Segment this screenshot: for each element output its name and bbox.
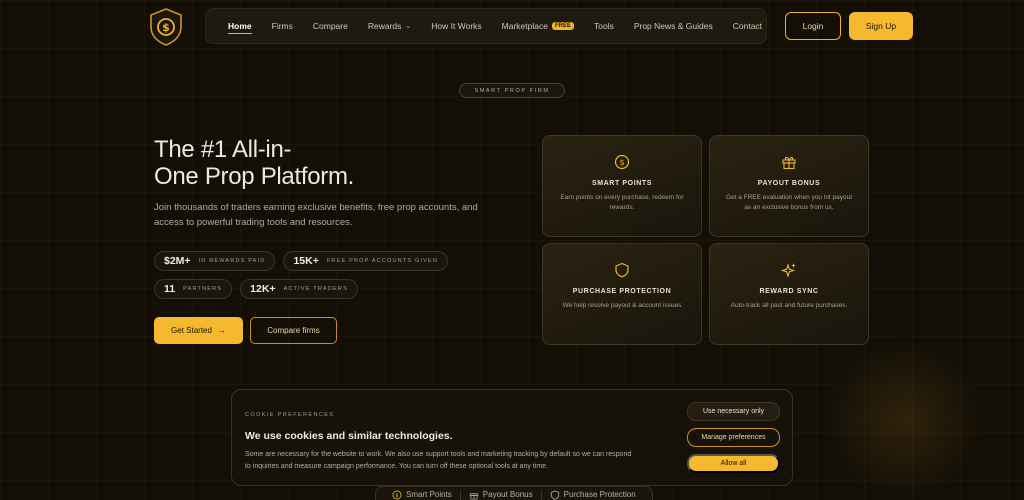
- sparkle-icon: [781, 263, 796, 278]
- stat-number: 12K+: [250, 283, 276, 295]
- nav-home-label: Home: [228, 21, 252, 31]
- cookie-banner: COOKIE PREFERENCES We use cookies and si…: [231, 389, 793, 486]
- hero-eyebrow-badge: SMART PROP FIRM: [459, 83, 565, 98]
- nav-firms-label: Firms: [271, 21, 293, 31]
- feature-title: REWARD SYNC: [759, 288, 819, 295]
- manage-preferences-button[interactable]: Manage preferences: [687, 428, 780, 447]
- nav-firms[interactable]: Firms: [262, 9, 303, 43]
- stat-partners: 11 PARTNERS: [154, 279, 233, 299]
- stat-number: 11: [164, 283, 176, 295]
- hero-title: The #1 All-in- One Prop Platform.: [154, 136, 414, 190]
- feature-title: PURCHASE PROTECTION: [572, 288, 672, 295]
- svg-text:$: $: [162, 21, 170, 34]
- get-started-button[interactable]: Get Started →: [154, 317, 243, 344]
- feature-description: Auto-track all past and future purchases…: [730, 302, 848, 309]
- logo-shield-icon[interactable]: $: [146, 7, 186, 47]
- strip-label: Payout Bonus: [482, 490, 533, 499]
- feature-title: PAYOUT BONUS: [757, 180, 821, 187]
- stat-label: IN REWARDS PAID: [198, 258, 266, 264]
- strip-item-smart-points[interactable]: $ Smart Points: [384, 489, 461, 500]
- nav-rewards[interactable]: Rewards ⌄: [358, 9, 421, 43]
- strip-item-payout-bonus[interactable]: Payout Bonus: [461, 489, 542, 500]
- allow-all-button[interactable]: Allow all: [687, 454, 780, 473]
- background-glow: [824, 340, 984, 500]
- hero-subtitle: Join thousands of traders earning exclus…: [154, 202, 478, 228]
- main-nav: Home Firms Compare Rewards ⌄ How It Works…: [205, 8, 767, 44]
- feature-card-smart-points: $ SMART POINTS Earn points on every purc…: [542, 135, 702, 237]
- stat-label: ACTIVE TRADERS: [283, 286, 348, 292]
- nav-marketplace-label: Marketplace: [501, 21, 548, 31]
- login-button[interactable]: Login: [785, 12, 841, 40]
- cookie-eyebrow: COOKIE PREFERENCES: [245, 412, 335, 418]
- nav-contact-label: Contact: [732, 21, 763, 31]
- chevron-down-icon: ⌄: [405, 23, 412, 30]
- feature-card-purchase-protection: PURCHASE PROTECTION We help resolve payo…: [542, 243, 702, 345]
- nav-prop-news[interactable]: Prop News & Guides: [624, 9, 723, 43]
- gift-icon: [782, 157, 796, 170]
- feature-card-reward-sync: REWARD SYNC Auto-track all past and futu…: [709, 243, 869, 345]
- gift-icon: [469, 492, 478, 499]
- nav-how-it-works[interactable]: How It Works: [421, 9, 491, 43]
- stat-label: FREE PROP ACCOUNTS GIVEN: [326, 258, 439, 264]
- free-badge: FREE: [551, 22, 574, 30]
- feature-description: We help resolve payout & account issues: [562, 302, 682, 309]
- shield-icon: [615, 262, 629, 278]
- dollar-coin-icon: $: [392, 490, 402, 499]
- strip-item-purchase-protection[interactable]: Purchase Protection: [542, 489, 644, 500]
- compare-firms-button[interactable]: Compare firms: [250, 317, 337, 344]
- stat-rewards-paid: $2M+ IN REWARDS PAID: [154, 251, 276, 271]
- get-started-label: Get Started: [171, 326, 212, 335]
- hero-stats: $2M+ IN REWARDS PAID 15K+ FREE PROP ACCOUN…: [154, 251, 464, 307]
- feature-description: Earn points on every purchase, redeem fo…: [560, 194, 684, 211]
- stat-number: $2M+: [164, 255, 191, 267]
- nav-home[interactable]: Home: [218, 9, 262, 43]
- hero-title-line1: The #1 All-in-: [154, 136, 292, 163]
- nav-prop-news-label: Prop News & Guides: [633, 21, 713, 31]
- nav-compare-label: Compare: [312, 21, 348, 31]
- stat-label: PARTNERS: [183, 286, 223, 292]
- dollar-coin-icon: $: [614, 154, 630, 170]
- stat-active-traders: 12K+ ACTIVE TRADERS: [240, 279, 358, 299]
- feature-title: SMART POINTS: [591, 180, 653, 187]
- svg-text:$: $: [395, 492, 398, 498]
- nav-contact[interactable]: Contact: [723, 9, 772, 43]
- cookie-title: We use cookies and similar technologies.: [245, 430, 453, 442]
- stat-number: 15K+: [293, 255, 319, 267]
- use-necessary-only-button[interactable]: Use necessary only: [687, 402, 780, 421]
- feature-description: Get a FREE evaluation when you hit payou…: [725, 194, 853, 211]
- nav-marketplace[interactable]: Marketplace FREE: [492, 9, 584, 43]
- arrow-right-icon: →: [217, 326, 226, 335]
- stat-free-accounts: 15K+ FREE PROP ACCOUNTS GIVEN: [283, 251, 449, 271]
- nav-tools-label: Tools: [593, 21, 614, 31]
- nav-tools[interactable]: Tools: [584, 9, 624, 43]
- nav-how-it-works-label: How It Works: [431, 21, 482, 31]
- nav-rewards-label: Rewards: [367, 21, 402, 31]
- feature-strip: $ Smart Points Payout Bonus Purchase Pro…: [375, 486, 653, 500]
- strip-label: Smart Points: [406, 490, 452, 499]
- hero-title-line2: One Prop Platform.: [154, 163, 355, 190]
- strip-label: Purchase Protection: [563, 490, 636, 499]
- shield-icon: [550, 489, 559, 500]
- cookie-body: Some are necessary for the website to wo…: [245, 451, 632, 470]
- svg-text:$: $: [619, 158, 624, 167]
- feature-card-payout-bonus: PAYOUT BONUS Get a FREE evaluation when …: [709, 135, 869, 237]
- nav-compare[interactable]: Compare: [303, 9, 358, 43]
- signup-button[interactable]: Sign Up: [849, 12, 913, 40]
